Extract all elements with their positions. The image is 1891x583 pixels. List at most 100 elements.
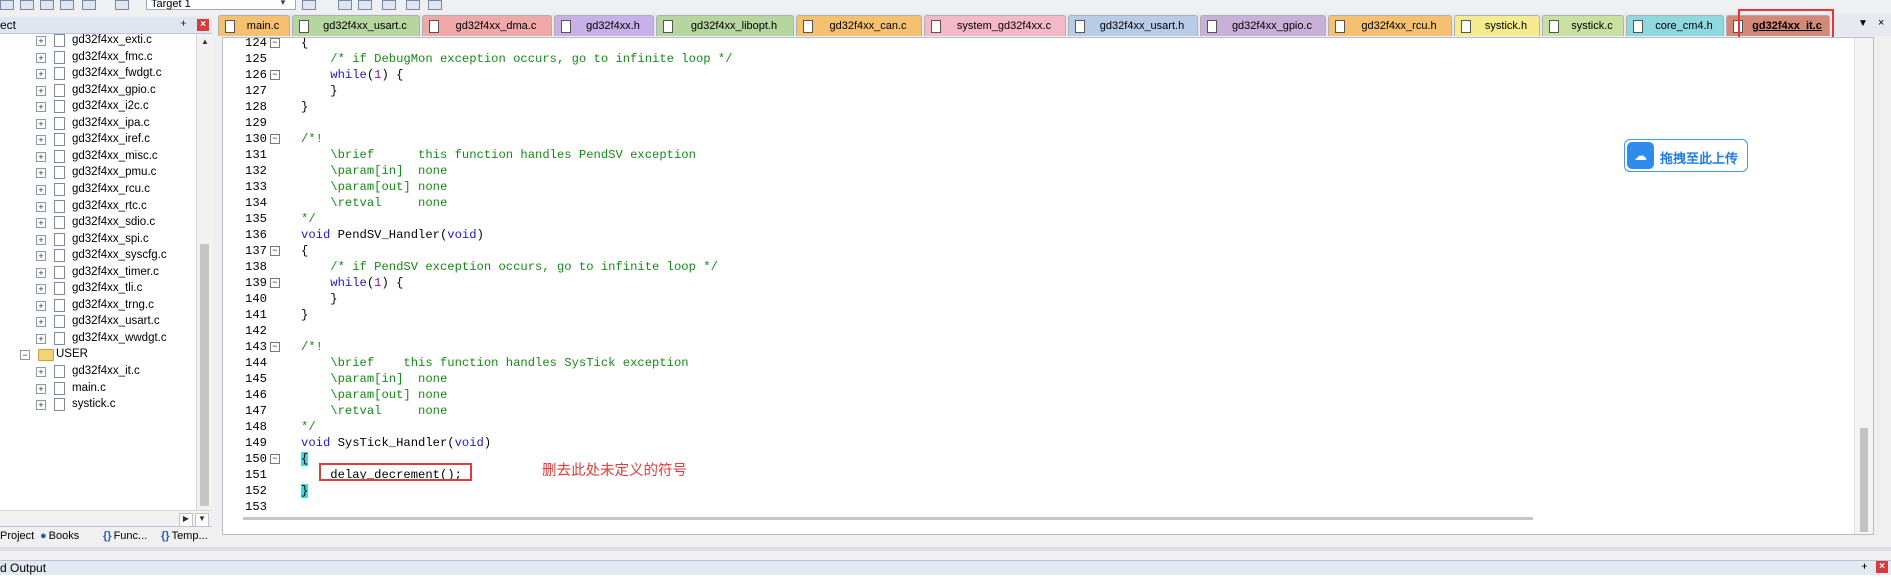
file-icon [54, 83, 65, 97]
fold-collapse-icon[interactable]: − [270, 342, 280, 352]
project-panel-header: ect ᚐ × [0, 17, 212, 34]
code-keyword: void [301, 436, 331, 450]
expand-icon[interactable]: + [36, 69, 46, 80]
expand-icon[interactable]: + [36, 251, 46, 262]
toolbar-icon[interactable] [406, 0, 420, 10]
tab-label: Project [0, 530, 35, 542]
expand-icon[interactable]: + [36, 151, 46, 162]
fold-collapse-icon[interactable]: − [270, 70, 280, 80]
expand-icon[interactable]: + [36, 284, 46, 295]
expand-icon[interactable]: + [36, 52, 46, 63]
chevron-down-icon[interactable]: ▼ [195, 513, 209, 527]
toolbar-icon[interactable] [82, 0, 96, 10]
close-icon[interactable]: × [1876, 561, 1888, 573]
toolbar-icon[interactable] [358, 0, 372, 10]
scrollbar-thumb[interactable] [200, 244, 209, 506]
toolbar-icon[interactable] [60, 0, 74, 10]
expand-icon[interactable]: + [36, 218, 46, 229]
expand-icon[interactable]: + [36, 383, 46, 394]
editor-tab[interactable]: core_cm4.h [1626, 15, 1724, 36]
expand-icon[interactable]: + [36, 135, 46, 146]
pin-icon[interactable]: ᚐ [181, 18, 186, 29]
fold-collapse-icon[interactable]: − [270, 38, 280, 48]
toolbar-icon[interactable] [20, 0, 34, 10]
chevron-down-icon[interactable]: ▼ [276, 0, 290, 10]
code-text: \param[out] none [301, 179, 447, 195]
editor-tab[interactable]: gd32f4xx_usart.h [1068, 15, 1198, 36]
line-number: 143 [245, 340, 267, 354]
editor-tab[interactable]: gd32f4xx_gpio.c [1200, 15, 1326, 36]
pin-icon[interactable]: ᚐ [1862, 561, 1867, 572]
toolbar-icon[interactable] [302, 0, 316, 10]
code-text: /*! [301, 131, 323, 147]
expand-icon[interactable]: + [36, 184, 46, 195]
toolbar: Target 1 ▼ [0, 0, 1891, 12]
file-icon [54, 100, 65, 114]
line-number: 141 [245, 308, 267, 322]
expand-icon[interactable]: + [36, 168, 46, 179]
expand-icon[interactable]: + [36, 300, 46, 311]
file-icon [54, 298, 65, 312]
tab-books[interactable]: ● Books [40, 528, 79, 544]
expand-icon[interactable]: + [36, 267, 46, 278]
toolbar-icon[interactable] [0, 0, 14, 10]
functions-icon: {} [103, 530, 112, 542]
fold-collapse-icon[interactable]: − [270, 278, 280, 288]
editor-tab[interactable]: gd32f4xx_libopt.h [656, 15, 794, 36]
line-number: 140 [245, 292, 267, 306]
line-number: 136 [245, 228, 267, 242]
expand-icon[interactable]: + [36, 400, 46, 411]
tab-project[interactable]: Project [0, 528, 34, 544]
tab-templates[interactable]: {} Temp... [161, 528, 208, 544]
editor-tab[interactable]: main.c [218, 15, 290, 36]
expand-icon[interactable]: + [36, 367, 46, 377]
editor-tab[interactable]: gd32f4xx_rcu.h [1328, 15, 1452, 36]
code-token: ) { [381, 68, 404, 82]
download-icon[interactable] [115, 0, 129, 10]
close-icon[interactable]: × [1878, 17, 1884, 29]
expand-icon[interactable]: + [36, 201, 46, 212]
editor-tab[interactable]: gd32f4xx_dma.c [422, 15, 552, 36]
project-tree-hscrollbar[interactable]: ▶ ▼ [0, 510, 212, 527]
expand-icon[interactable]: + [36, 85, 46, 96]
fold-collapse-icon[interactable]: − [270, 454, 280, 464]
fold-collapse-icon[interactable]: − [270, 134, 280, 144]
editor-tab[interactable]: gd32f4xx_usart.c [292, 15, 420, 36]
project-panel-tabs: Project ● Books {} Func... {} Temp... [0, 526, 212, 545]
editor-tab[interactable]: systick.h [1454, 15, 1540, 36]
target-select[interactable]: Target 1 [146, 0, 296, 10]
toolbar-icon[interactable] [428, 0, 442, 10]
scroll-right-icon[interactable]: ▶ [179, 513, 193, 527]
expand-icon[interactable]: + [36, 234, 46, 245]
expand-icon[interactable]: + [36, 118, 46, 129]
editor-tab[interactable]: gd32f4xx_can.c [796, 15, 922, 36]
editor-tab[interactable]: gd32f4xx.h [554, 15, 654, 36]
expand-icon[interactable]: + [36, 102, 46, 113]
editor-tab[interactable]: system_gd32f4xx.c [924, 15, 1066, 36]
toolbar-icon[interactable] [382, 0, 396, 10]
expand-icon[interactable]: + [36, 36, 46, 46]
upload-button[interactable]: ☁ 拖拽至此上传 [1624, 139, 1748, 172]
editor-scrollbar[interactable] [1854, 38, 1873, 534]
tab-list-dropdown-icon[interactable]: ▼ [1858, 18, 1868, 29]
scrollbar-thumb[interactable] [1860, 428, 1868, 532]
annotation-highlight-box [319, 463, 472, 481]
close-icon[interactable]: × [197, 19, 209, 31]
scroll-up-icon[interactable]: ▲ [200, 37, 210, 47]
file-icon [54, 365, 65, 378]
toolbar-icon[interactable] [338, 0, 352, 10]
expand-icon[interactable]: + [36, 333, 46, 344]
fold-collapse-icon[interactable]: − [270, 246, 280, 256]
editor-tab-label: gd32f4xx_libopt.h [690, 20, 778, 32]
code-comment: \brief this function handles SysTick exc… [301, 356, 689, 370]
toolbar-icon[interactable] [40, 0, 54, 10]
build-output[interactable] [0, 575, 1891, 583]
editor-tab[interactable]: systick.c [1542, 15, 1624, 36]
editor-hscrollbar[interactable] [243, 517, 1533, 520]
code-editor[interactable]: 124−{125 /* if DebugMon exception occurs… [222, 37, 1874, 535]
panel-divider[interactable] [0, 547, 1891, 551]
expand-icon[interactable]: + [36, 317, 46, 328]
collapse-icon[interactable]: − [20, 350, 30, 361]
tab-functions[interactable]: {} Func... [103, 528, 147, 544]
project-tree-scrollbar[interactable]: ▲ [196, 34, 213, 510]
